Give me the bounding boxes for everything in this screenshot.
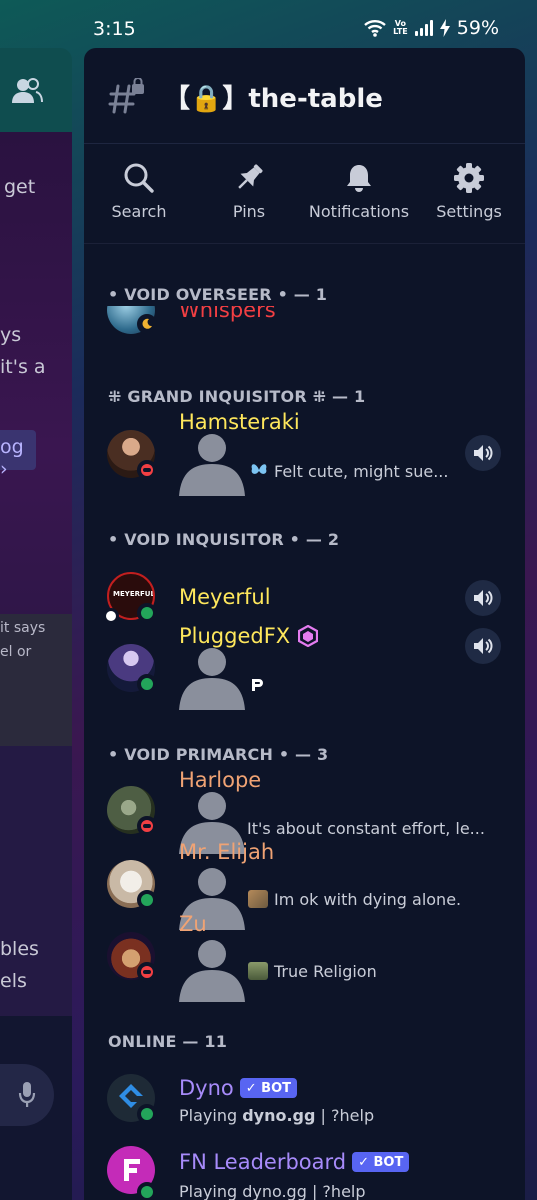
notifications-label: Notifications bbox=[308, 202, 410, 221]
user-placeholder-icon bbox=[179, 434, 245, 496]
avatar-text: MEYERFUL bbox=[113, 590, 155, 598]
section-header-void-primarch: • VOID PRIMARCH • — 3 bbox=[108, 745, 329, 764]
member-row-pluggedfx[interactable]: PluggedFX bbox=[84, 620, 525, 710]
member-name-with-tag: FN Leaderboard ✓ BOT bbox=[179, 1150, 410, 1174]
idle-status-icon bbox=[137, 314, 157, 334]
bot-tag: ✓ BOT bbox=[239, 1078, 298, 1098]
background-text: it says bbox=[0, 620, 46, 636]
member-name: Meyerful bbox=[179, 585, 271, 609]
member-activity: It's about constant effort, le... bbox=[247, 819, 485, 838]
voice-speaker-button[interactable] bbox=[465, 435, 501, 471]
background-messages bbox=[0, 132, 72, 662]
online-status-icon bbox=[137, 674, 157, 694]
member-row-fn-leaderboard[interactable]: FN Leaderboard ✓ BOT Playing dyno.gg | ?h… bbox=[84, 1140, 525, 1200]
member-activity: Im ok with dying alone. bbox=[274, 890, 462, 909]
settings-button[interactable]: Settings bbox=[414, 162, 524, 221]
channel-info-drawer: 【🔒】the-table Search Pins Notifications S… bbox=[84, 48, 525, 1200]
network-type: Vo LTE bbox=[393, 19, 408, 36]
member-name: PluggedFX bbox=[179, 624, 291, 648]
member-row-meyerful[interactable]: MEYERFUL Meyerful bbox=[84, 568, 525, 628]
notifications-button[interactable]: Notifications bbox=[304, 162, 414, 221]
member-row-harlope[interactable]: Harlope It's about constant effort, le..… bbox=[84, 766, 525, 854]
member-activity: Felt cute, might sue... bbox=[274, 462, 449, 481]
status-time: 3:15 bbox=[93, 18, 136, 40]
speaker-icon bbox=[474, 638, 493, 654]
background-chat-peek[interactable]: get ys it's a og › it says el or bles el… bbox=[0, 48, 72, 1200]
speaker-icon bbox=[474, 590, 493, 606]
member-row-zu[interactable]: Zu True Religion bbox=[84, 910, 525, 1002]
section-header-void-inquisitor: • VOID INQUISITOR • — 2 bbox=[108, 530, 340, 549]
background-link-chip[interactable]: og › bbox=[0, 430, 36, 480]
voice-speaker-button[interactable] bbox=[465, 580, 501, 616]
member-row-mr-elijah[interactable]: Mr. Elijah Im ok with dying alone. bbox=[84, 838, 525, 930]
member-name: Zu bbox=[179, 912, 207, 936]
bot-tag: ✓ BOT bbox=[352, 1152, 410, 1172]
battery-percent: 59% bbox=[456, 17, 499, 39]
member-row-hamsteraki[interactable]: Hamsteraki Felt cute, might sue... bbox=[84, 410, 525, 496]
section-header-grand-inquisitor: ⁜ GRAND INQUISITOR ⁜ — 1 bbox=[108, 387, 366, 406]
signal-icon bbox=[414, 20, 433, 36]
background-text: get bbox=[4, 176, 36, 198]
dnd-status-icon bbox=[137, 816, 157, 836]
online-status-icon bbox=[137, 890, 157, 910]
member-name: Harlope bbox=[179, 768, 262, 792]
search-icon bbox=[124, 163, 154, 193]
pins-label: Pins bbox=[232, 202, 266, 221]
user-placeholder-icon bbox=[179, 648, 245, 710]
member-name-with-tag: Dyno ✓ BOT bbox=[179, 1076, 298, 1100]
background-text: it's a bbox=[0, 356, 46, 378]
member-name: Mr. Elijah bbox=[179, 840, 275, 864]
wifi-icon bbox=[364, 20, 386, 37]
channel-title: 【🔒】the-table bbox=[164, 84, 383, 114]
background-header bbox=[0, 48, 72, 132]
settings-label: Settings bbox=[436, 202, 502, 221]
mic-icon bbox=[18, 1082, 36, 1107]
channel-header: 【🔒】the-table bbox=[84, 48, 525, 144]
background-text: bles bbox=[0, 938, 39, 960]
fn-logo-icon bbox=[124, 1159, 140, 1181]
member-name: Hamsteraki bbox=[179, 410, 300, 434]
member-row-whispers[interactable]: Whispers bbox=[84, 306, 525, 346]
background-text: el or bbox=[0, 644, 32, 660]
background-text: ys bbox=[0, 324, 22, 346]
status-icons: Vo LTE 59% bbox=[364, 17, 499, 39]
dnd-status-icon bbox=[137, 460, 157, 480]
dnd-status-icon bbox=[137, 962, 157, 982]
activity-emoji-icon bbox=[248, 890, 268, 908]
status-bar: 3:15 Vo LTE 59% bbox=[0, 0, 537, 48]
member-activity: Playing dyno.gg | ?help bbox=[179, 1106, 375, 1125]
activity-emoji-icon bbox=[248, 962, 268, 980]
pins-button[interactable]: Pins bbox=[194, 162, 304, 221]
section-header-void-overseer: • VOID OVERSEER • — 1 bbox=[108, 285, 328, 304]
nitro-boost-icon bbox=[298, 625, 318, 647]
gear-icon bbox=[454, 163, 484, 193]
background-text: els bbox=[0, 970, 27, 992]
voice-speaker-button[interactable] bbox=[465, 628, 501, 664]
pin-icon bbox=[238, 164, 263, 189]
online-status-icon bbox=[137, 1182, 157, 1200]
bell-icon bbox=[347, 165, 371, 192]
member-row-dyno[interactable]: Dyno ✓ BOT Playing dyno.gg | ?help bbox=[84, 1068, 525, 1136]
friends-icon[interactable] bbox=[10, 76, 44, 106]
hash-lock-icon bbox=[108, 78, 144, 114]
user-placeholder-icon bbox=[179, 940, 245, 1002]
section-header-online: ONLINE — 11 bbox=[108, 1032, 228, 1051]
channel-toolbar: Search Pins Notifications Settings bbox=[84, 144, 525, 244]
search-button[interactable]: Search bbox=[84, 162, 194, 221]
charging-icon bbox=[439, 19, 450, 37]
member-activity: True Religion bbox=[274, 962, 377, 981]
butterfly-icon bbox=[251, 464, 267, 474]
online-status-icon bbox=[137, 1104, 157, 1124]
game-icon bbox=[252, 679, 263, 691]
member-activity: Playing dyno.gg | ?help bbox=[179, 1182, 366, 1200]
speaker-icon bbox=[474, 445, 493, 461]
search-label: Search bbox=[111, 202, 167, 221]
member-name: Whispers bbox=[179, 306, 276, 322]
